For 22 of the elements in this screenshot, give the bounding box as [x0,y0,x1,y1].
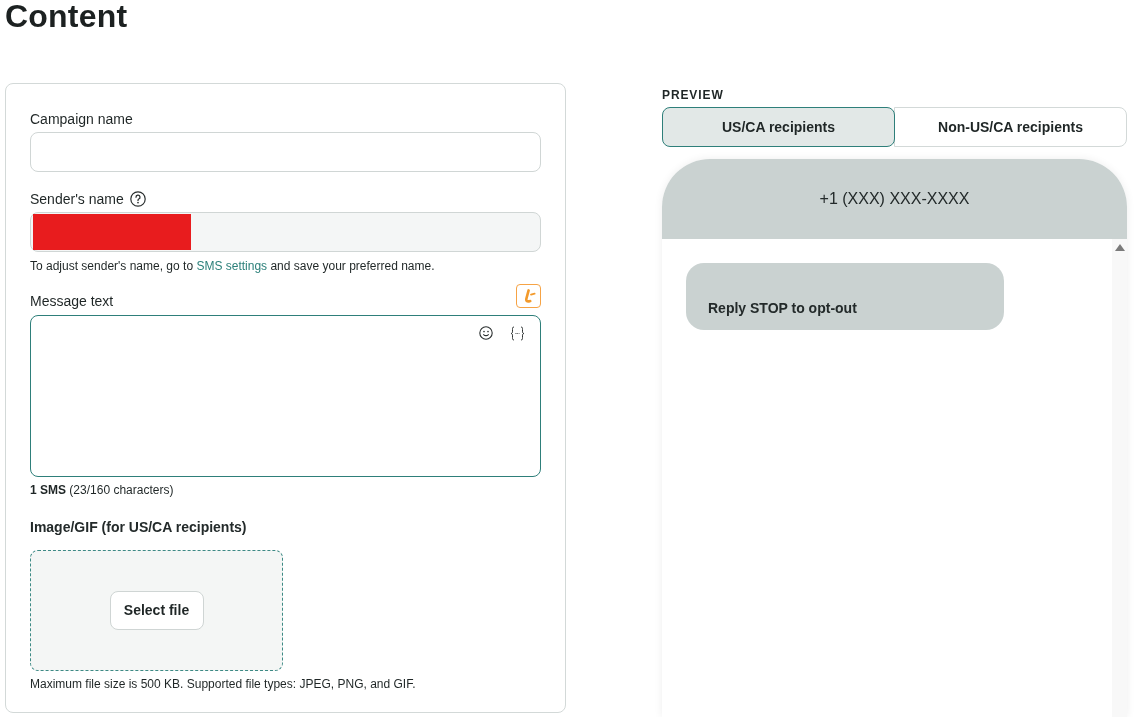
campaign-name-label: Campaign name [30,110,133,129]
image-gif-label: Image/GIF (for US/CA recipients) [30,518,247,537]
file-drop-zone[interactable]: Select file [30,550,283,671]
message-text-label: Message text [30,292,114,311]
smiley-icon[interactable] [479,326,493,340]
file-size-note: Maximum file size is 500 KB. Supported file types: JPEG, PNG, and GIF. [30,676,417,692]
recipient-tab[interactable]: Non-US/CA recipients [894,107,1127,147]
scroll-up-arrow-icon[interactable] [1114,244,1125,251]
sender-name-label: Sender's name [30,190,124,209]
message-text-field[interactable] [30,315,541,477]
curly-braces-icon[interactable] [510,326,525,341]
phone-number: +1 (XXX) XXX-XXXX [819,189,970,209]
page-title: Content [5,0,129,32]
recipient-tab[interactable]: US/CA recipients [662,107,895,147]
sender-name-hint: To adjust sender's name, go to SMS settings and save your preferred name. [30,258,436,274]
preview-heading: PREVIEW [662,87,725,103]
t-logo-button[interactable] [516,284,541,308]
campaign-name-field[interactable] [30,132,541,172]
character-counter: 1 SMS (23/160 characters) [30,482,175,498]
select-file-button[interactable]: Select file [109,591,204,630]
scrollbar[interactable] [1112,239,1127,717]
message-bubble: Reply STOP to opt-out [686,263,1004,330]
